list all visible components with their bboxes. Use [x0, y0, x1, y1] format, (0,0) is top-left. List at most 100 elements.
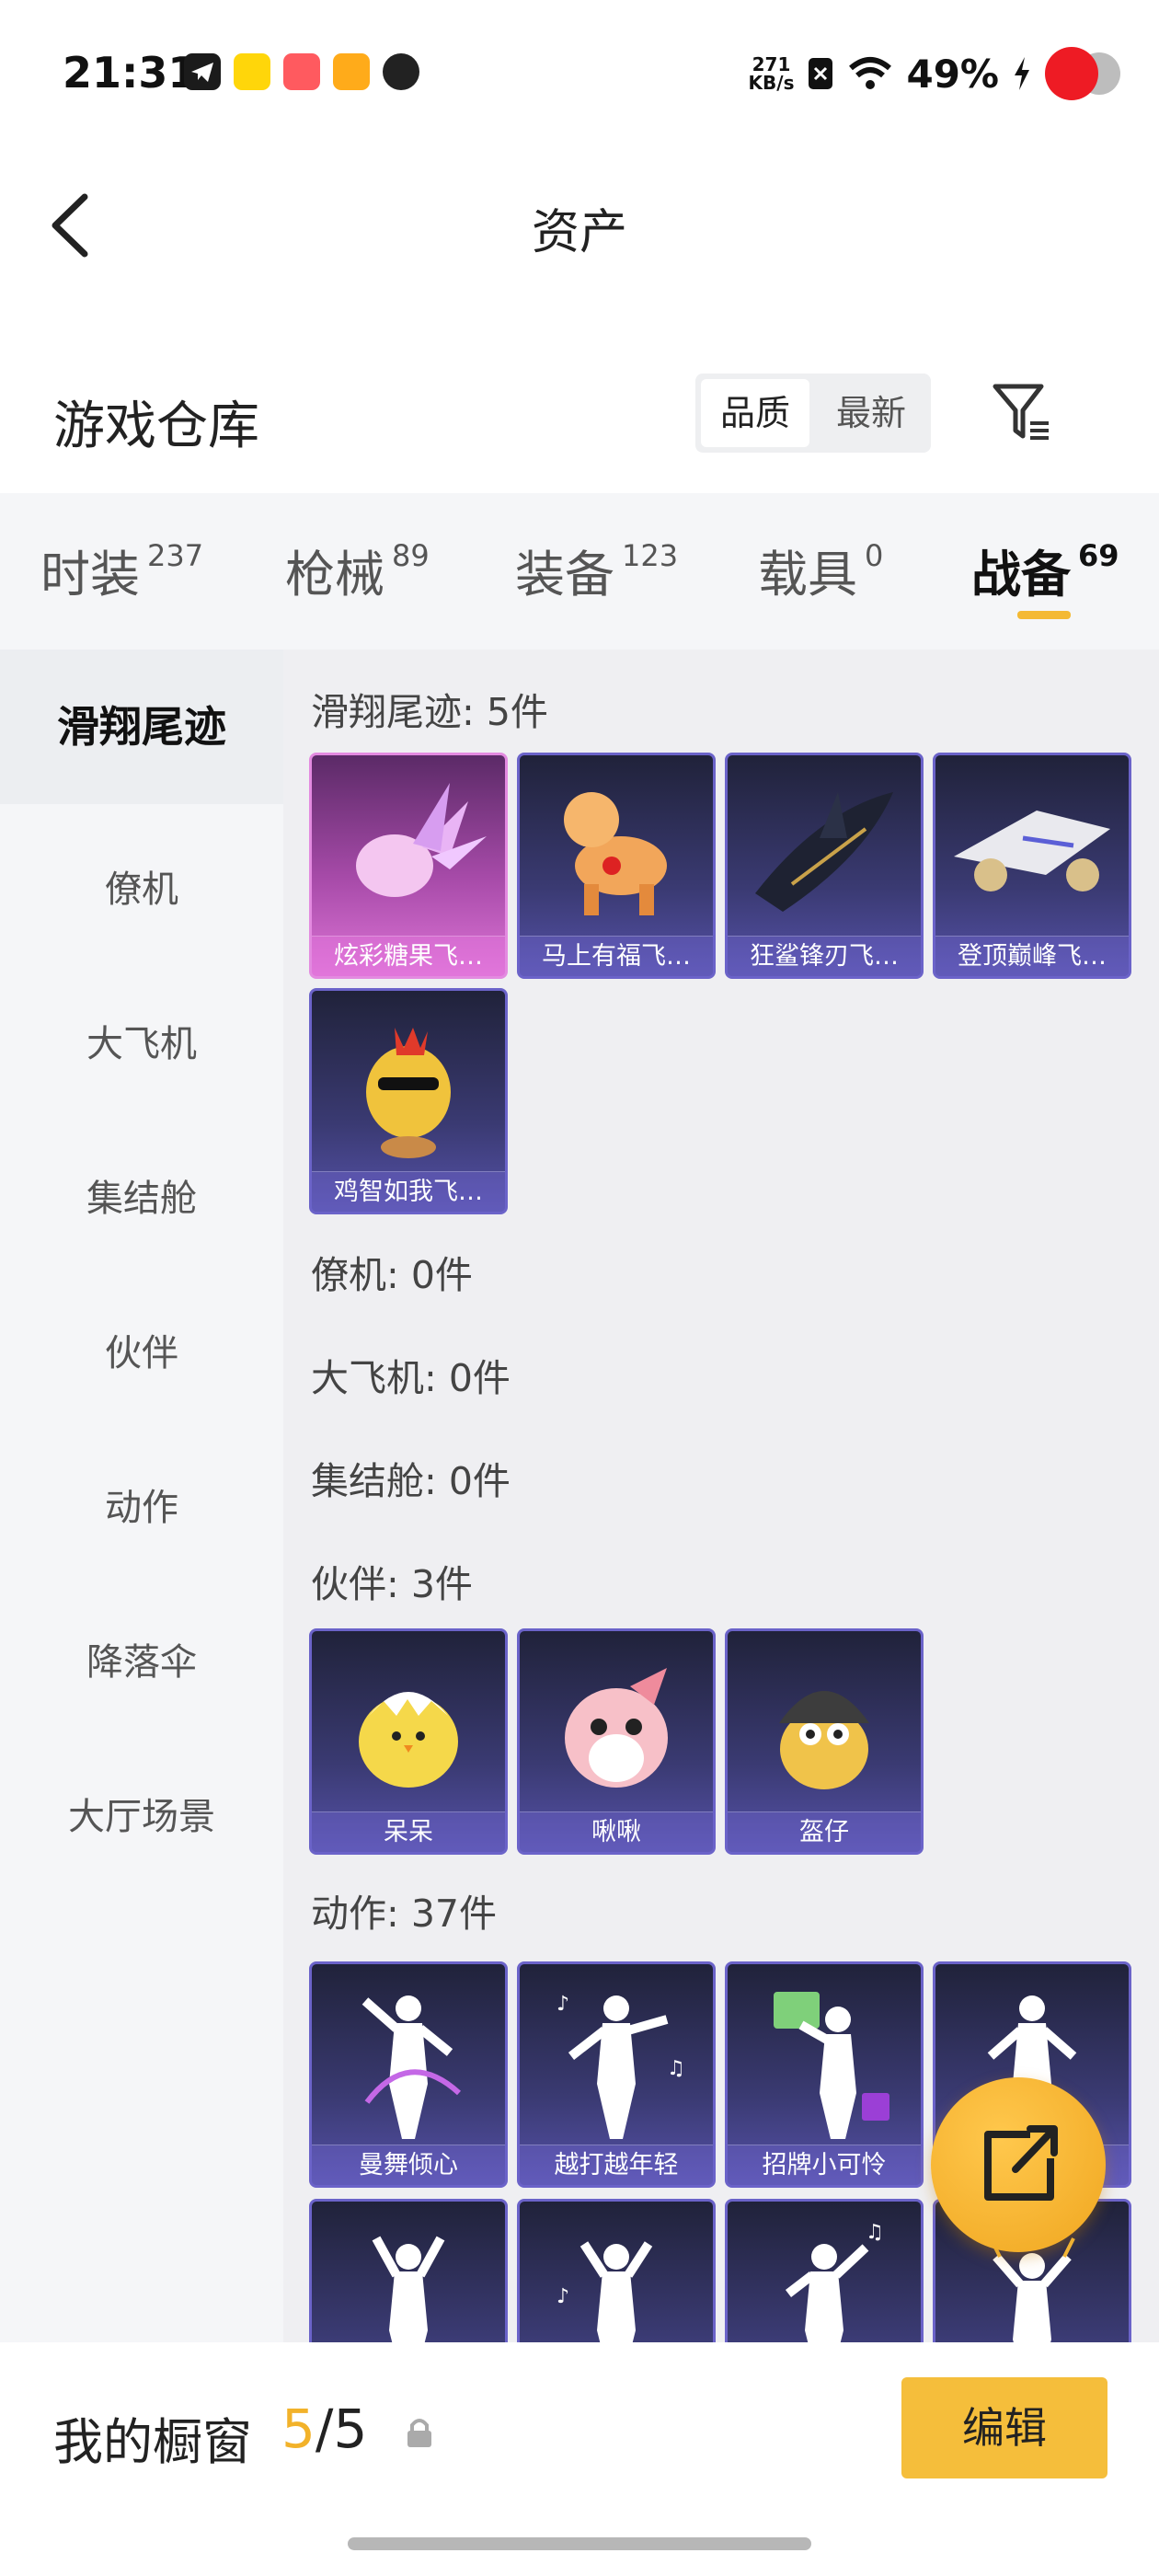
svg-text:♪: ♪	[557, 1993, 569, 2016]
sidebar-item-emote[interactable]: 动作	[0, 1478, 283, 1531]
edit-button[interactable]: 编辑	[901, 2377, 1107, 2478]
status-right: 271 KB/s 49%	[749, 46, 1122, 101]
net-speed-value: 271	[752, 53, 791, 75]
svg-text:♫: ♫	[667, 2057, 685, 2080]
horse-trail-image	[564, 792, 667, 915]
item-card[interactable]: 啾啾	[517, 1628, 716, 1855]
item-card[interactable]: ♪ ♫ 越打越年轻	[517, 1961, 716, 2188]
showcase-label: 我的橱窗	[53, 2413, 252, 2471]
tab-count: 89	[392, 538, 430, 573]
section-title-plane: 大飞机: 0件	[311, 1356, 511, 1400]
section-title-pod: 集结舱: 0件	[311, 1459, 511, 1503]
dance-emote-image	[361, 1995, 462, 2139]
bird-companion-image	[565, 1668, 668, 1788]
item-card[interactable]: 马上有福飞…	[517, 753, 716, 979]
wifi-icon	[849, 57, 892, 89]
item-card[interactable]: 鸡智如我飞…	[309, 988, 508, 1214]
item-card[interactable]: 招牌小可怜	[725, 1961, 924, 2188]
sidebar-item-companion[interactable]: 伙伴	[0, 1323, 283, 1376]
sign-emote-image	[774, 1992, 889, 2139]
share-button[interactable]	[931, 2077, 1106, 2252]
share-icon	[984, 2125, 1058, 2201]
status-bar: 21:31 271 KB/s 49%	[0, 0, 1159, 147]
tab-count: 69	[1078, 538, 1119, 573]
lock-icon	[407, 2419, 431, 2447]
item-card[interactable]: 登顶巅峰飞…	[933, 753, 1131, 979]
item-name: 登顶巅峰飞…	[935, 936, 1129, 976]
summit-trail-image	[954, 811, 1110, 891]
tab-label: 载具	[758, 546, 857, 604]
q-app-icon	[383, 53, 419, 90]
tab-label: 时装	[40, 546, 140, 604]
chick-companion-image	[359, 1692, 458, 1788]
item-name: 盔仔	[728, 1811, 921, 1852]
svg-text:♫: ♫	[866, 2221, 884, 2244]
tab-label: 装备	[515, 546, 614, 604]
home-indicator[interactable]	[348, 2537, 811, 2550]
tab-label: 战备	[971, 546, 1071, 604]
telegram-icon	[184, 53, 221, 90]
tab-label: 枪械	[285, 546, 384, 604]
helmet-chick-companion-image	[779, 1691, 869, 1789]
item-name: 曼舞倾心	[312, 2145, 505, 2185]
section-title-companion: 伙伴: 3件	[311, 1562, 473, 1606]
item-name: 马上有福飞…	[520, 936, 713, 976]
section-title-trail: 滑翔尾迹: 5件	[311, 690, 548, 734]
sort-quality-button[interactable]: 品质	[701, 379, 809, 447]
item-card[interactable]: 狂鲨锋刃飞…	[725, 753, 924, 979]
sidebar-item-plane[interactable]: 大飞机	[0, 1014, 283, 1067]
showcase-current: 5	[281, 2398, 316, 2460]
item-name: 越打越年轻	[520, 2145, 713, 2185]
sim-off-icon	[809, 58, 833, 89]
candy-trail-image	[356, 783, 487, 897]
shark-trail-image	[755, 792, 893, 912]
red-app-icon	[283, 53, 320, 90]
tab-vehicles[interactable]: 载具 0	[758, 534, 883, 606]
item-card[interactable]: 炫彩糖果飞…	[309, 753, 508, 979]
sidebar-item-wingman[interactable]: 僚机	[0, 859, 283, 913]
item-name: 呆呆	[312, 1811, 505, 1852]
tab-battle-gear[interactable]: 战备 69	[971, 534, 1119, 606]
sort-toggle: 品质 最新	[695, 374, 931, 453]
sort-newest-button[interactable]: 最新	[817, 379, 925, 447]
sidebar: 滑翔尾迹 僚机 大飞机 集结舱 伙伴 动作 降落伞 大厅场景	[0, 650, 283, 2342]
dual-toggle-icon	[1045, 47, 1122, 100]
chicken-trail-image	[366, 1028, 451, 1158]
warehouse-title: 游戏仓库	[53, 397, 259, 456]
item-name: 鸡智如我飞…	[312, 1171, 505, 1212]
tab-equipment[interactable]: 装备 123	[515, 534, 678, 606]
item-card[interactable]: 盔仔	[725, 1628, 924, 1855]
battery-percent: 49%	[906, 51, 999, 97]
tab-outfit[interactable]: 时装 237	[40, 534, 203, 606]
item-name: 啾啾	[520, 1811, 713, 1852]
sidebar-item-glide-trail[interactable]: 滑翔尾迹	[0, 650, 283, 804]
section-title-wingman: 僚机: 0件	[311, 1253, 473, 1297]
showcase-total: 5	[333, 2398, 368, 2460]
item-name: 狂鲨锋刃飞…	[728, 936, 921, 976]
section-title-emote: 动作: 37件	[311, 1892, 498, 1936]
item-card[interactable]: 曼舞倾心	[309, 1961, 508, 2188]
yellow-app-icon	[234, 53, 270, 90]
sidebar-item-pod[interactable]: 集结舱	[0, 1168, 283, 1222]
fight-emote-image: ♪♫	[557, 1993, 685, 2139]
item-card[interactable]: 呆呆	[309, 1628, 508, 1855]
sidebar-item-parachute[interactable]: 降落伞	[0, 1632, 283, 1685]
tab-count: 0	[865, 538, 884, 573]
item-name: 炫彩糖果飞…	[312, 936, 505, 976]
net-speed-unit: KB/s	[748, 72, 795, 94]
item-name: 招牌小可怜	[728, 2145, 921, 2185]
tab-active-indicator	[1017, 611, 1071, 619]
status-time: 21:31	[63, 48, 198, 98]
showcase-separator: /	[315, 2398, 334, 2460]
charging-icon	[1015, 57, 1029, 90]
tab-count: 123	[622, 538, 679, 573]
category-tabs: 时装 237 枪械 89 装备 123 载具 0 战备 69	[0, 493, 1159, 650]
page-title: 资产	[531, 205, 627, 260]
sidebar-item-lobby-scene[interactable]: 大厅场景	[0, 1787, 283, 1840]
filter-icon[interactable]	[990, 381, 1054, 445]
tab-firearms[interactable]: 枪械 89	[285, 534, 430, 606]
showcase-count: 5/5	[281, 2398, 367, 2460]
tab-count: 237	[147, 538, 204, 573]
orange-app-icon	[333, 53, 370, 90]
net-speed: 271 KB/s	[749, 55, 795, 92]
